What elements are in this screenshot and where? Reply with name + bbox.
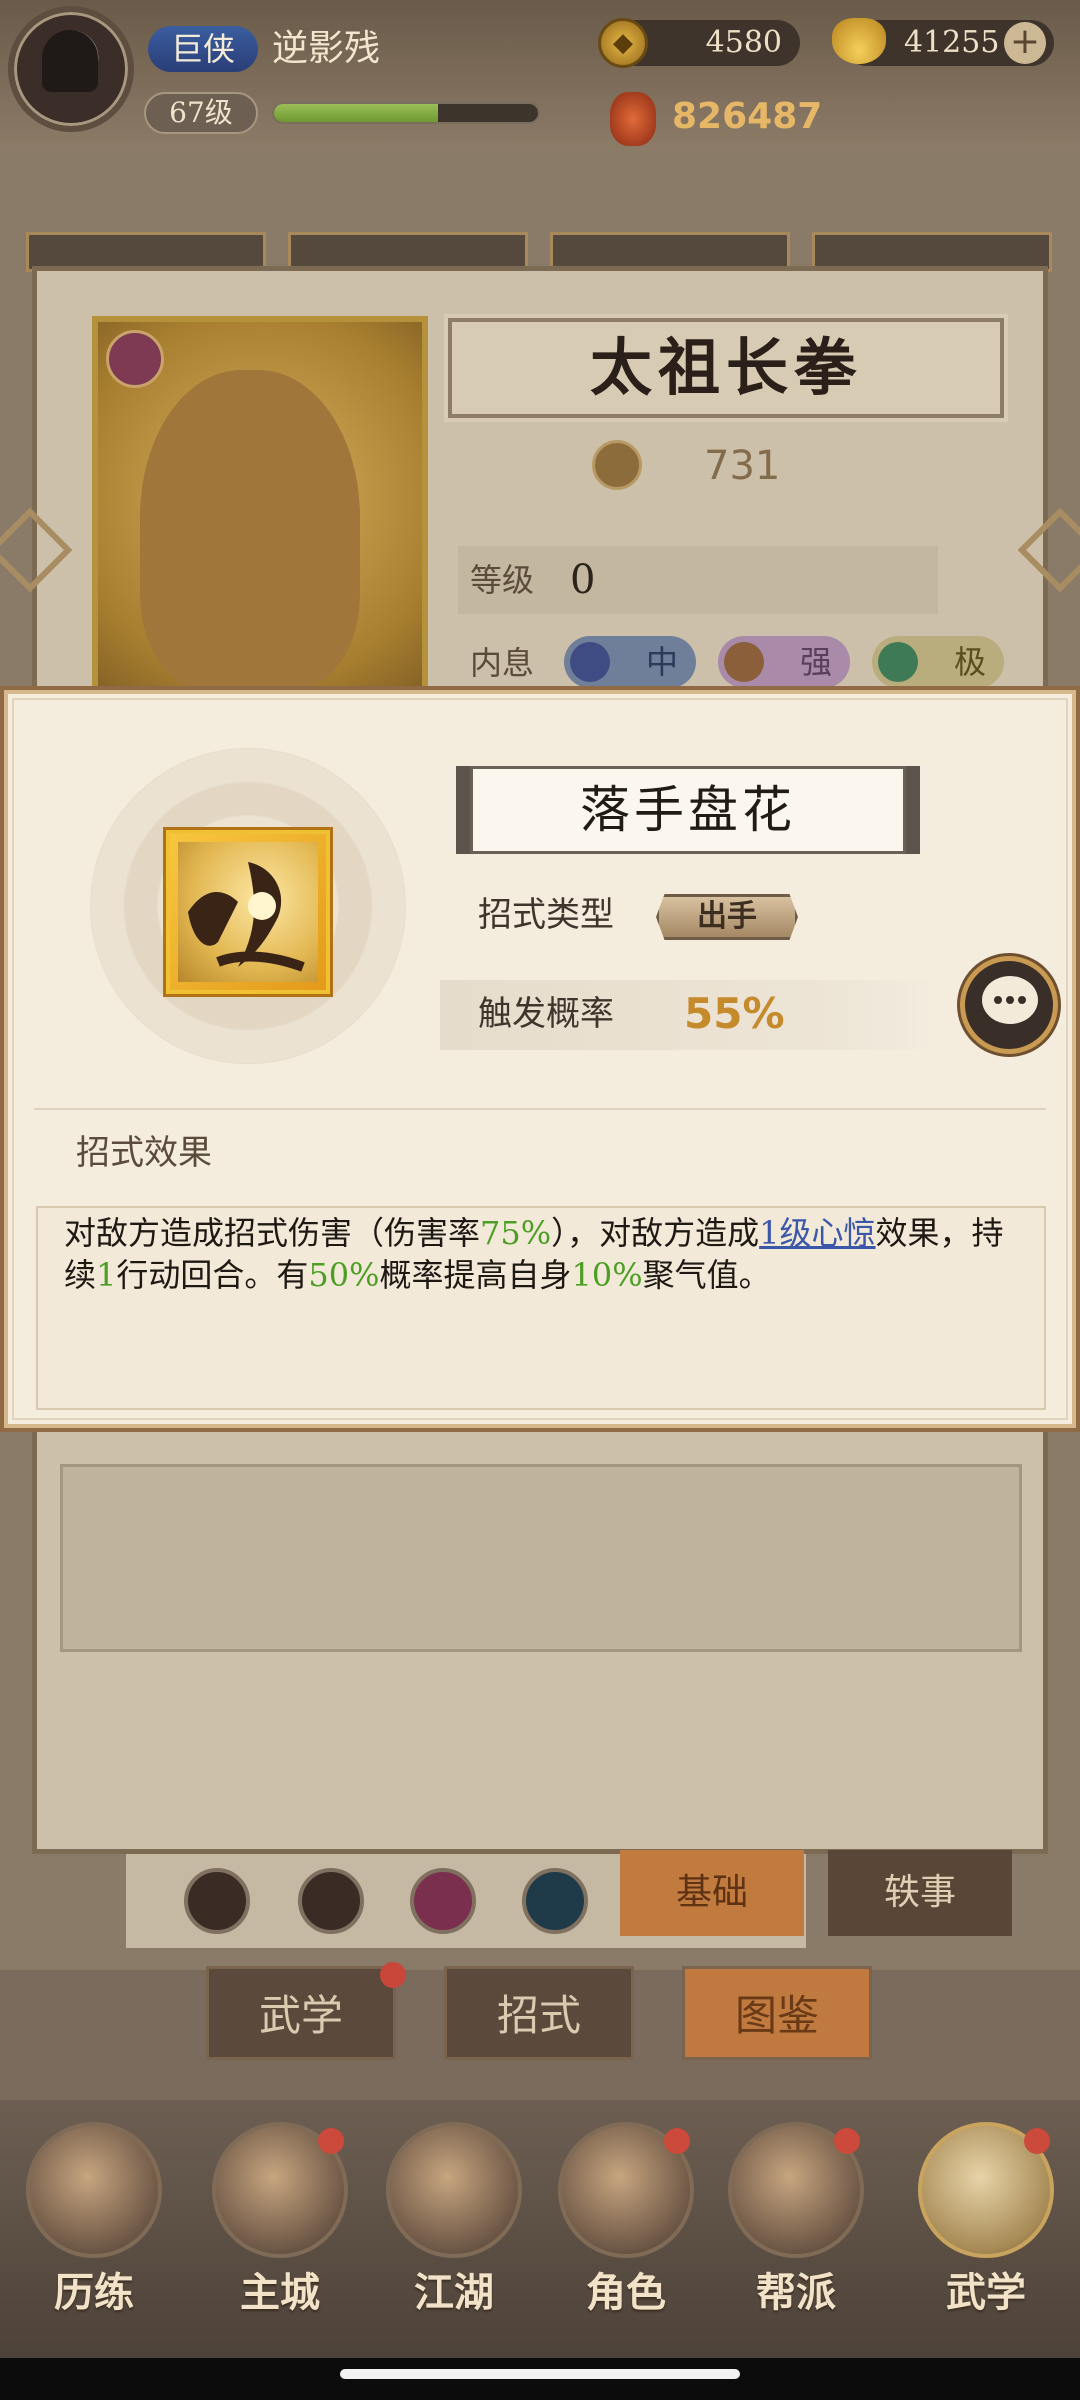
frame-bracket — [456, 766, 470, 854]
frame-bracket — [906, 766, 920, 854]
skill-type-label: 招式类型 — [478, 895, 614, 935]
nav-jianghu[interactable]: 江湖 — [374, 2118, 534, 2348]
nav-character[interactable]: 角色 — [546, 2118, 706, 2348]
neixi-pill-label: 极 — [953, 643, 986, 681]
trigger-chance-label: 触发概率 — [478, 994, 614, 1034]
neixi-pill-label: 中 — [645, 643, 678, 681]
damage-rate-value: 75% — [480, 1214, 552, 1252]
add-currency-button[interactable]: + — [1004, 22, 1046, 64]
divider — [34, 1108, 1046, 1110]
nav-training[interactable]: 历练 — [14, 2118, 174, 2348]
palm-strike-icon — [188, 862, 305, 972]
chat-dot — [994, 996, 1002, 1004]
neixi-pill-mid[interactable]: 中 — [564, 636, 696, 688]
player-avatar[interactable] — [8, 6, 134, 132]
skill-slot-icon[interactable] — [522, 1868, 588, 1934]
moon-icon — [570, 642, 610, 682]
nav-city[interactable]: 主城 — [200, 2118, 360, 2348]
tab-codex[interactable]: 图鉴 — [682, 1966, 872, 2060]
chat-dot — [1006, 996, 1014, 1004]
nav-label: 角色 — [586, 2269, 666, 2316]
chat-dot — [1018, 996, 1026, 1004]
combat-power-value: 826487 — [672, 96, 823, 137]
nav-label: 帮派 — [756, 2269, 836, 2316]
trigger-chance-value: 55% — [684, 989, 785, 1038]
tab-moves[interactable]: 招式 — [444, 1966, 634, 2060]
player-name: 逆影残 — [272, 28, 381, 69]
tab-anecdote[interactable]: 轶事 — [828, 1850, 1012, 1936]
notification-dot — [1024, 2128, 1050, 2154]
duration-value: 1 — [96, 1256, 117, 1294]
martial-art-title: 太祖长拳 — [589, 331, 862, 404]
notification-dot — [318, 2128, 344, 2154]
neixi-pill-label: 强 — [799, 643, 832, 681]
level-value: 0 — [570, 557, 596, 603]
effect-description: 对敌方造成招式伤害（伤害率75%），对敌方造成1级心惊效果，持续1行动回合。有5… — [64, 1212, 1024, 1296]
martial-power-value: 731 — [704, 443, 781, 489]
chance-value: 50% — [308, 1256, 380, 1294]
exp-bar — [272, 102, 540, 124]
skill-slot-icon[interactable] — [410, 1868, 476, 1934]
jianghu-icon — [386, 2122, 522, 2258]
nav-label: 主城 — [240, 2269, 320, 2316]
sun-icon — [724, 642, 764, 682]
notification-dot — [380, 1962, 406, 1988]
status-effect-link[interactable]: 1级心惊 — [759, 1214, 875, 1252]
description-box — [60, 1464, 1022, 1652]
notification-dot — [834, 2128, 860, 2154]
nav-label: 江湖 — [414, 2269, 494, 2316]
tab-basic[interactable]: 基础 — [620, 1850, 804, 1936]
effect-text-part: 行动回合。有 — [116, 1256, 309, 1294]
skill-slot-icon[interactable] — [298, 1868, 364, 1934]
training-icon — [26, 2122, 162, 2258]
level-label: 等级 — [470, 561, 535, 599]
neixi-label: 内息 — [470, 644, 535, 682]
skill-type-tag: 出手 — [656, 894, 798, 940]
energy-value: 10% — [571, 1256, 643, 1294]
rank-badge: 巨侠 — [148, 26, 258, 72]
notification-dot — [664, 2128, 690, 2154]
ring-icon — [878, 642, 918, 682]
nav-label: 历练 — [54, 2269, 134, 2316]
coin-icon: ◆ — [598, 18, 648, 68]
skill-name: 落手盘花 — [580, 781, 796, 839]
exp-bar-fill — [274, 104, 438, 122]
fist-emblem-icon — [106, 330, 164, 388]
effect-text-part: ），对敌方造成 — [551, 1214, 760, 1252]
effect-text-part: 概率提高自身 — [379, 1256, 572, 1294]
system-home-area — [0, 2358, 1080, 2400]
player-level: 67级 — [144, 92, 258, 134]
gold-ingot-icon — [832, 18, 886, 64]
power-icon — [592, 440, 642, 490]
skill-slot-icon[interactable] — [184, 1868, 250, 1934]
nav-guild[interactable]: 帮派 — [716, 2118, 876, 2348]
hero-figure — [140, 370, 360, 690]
nav-label: 武学 — [946, 2269, 1026, 2316]
combat-power-icon — [610, 92, 656, 146]
neixi-pill-ultra[interactable]: 极 — [872, 636, 1004, 688]
neixi-pill-strong[interactable]: 强 — [718, 636, 850, 688]
nav-martial[interactable]: 武学 — [906, 2118, 1066, 2348]
effect-title: 招式效果 — [76, 1133, 212, 1173]
home-indicator[interactable] — [340, 2369, 740, 2379]
tab-martial[interactable]: 武学 — [206, 1966, 396, 2060]
effect-text-part: 对敌方造成招式伤害（伤害率 — [64, 1214, 481, 1252]
effect-text-part: 聚气值。 — [642, 1256, 771, 1294]
